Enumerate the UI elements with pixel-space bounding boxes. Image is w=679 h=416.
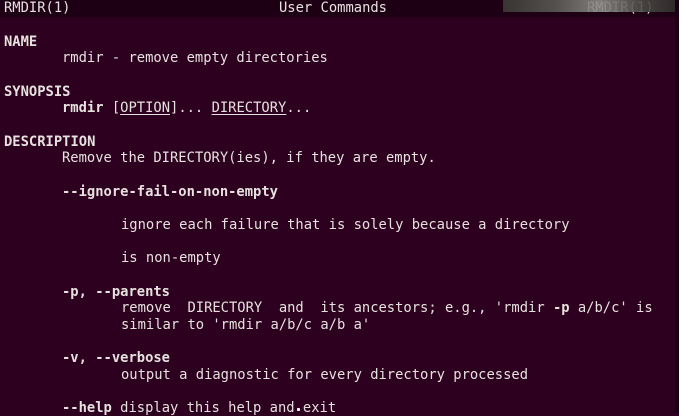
webcam-overlay — [503, 0, 679, 12]
option-flag-verbose: -v, --verbose — [62, 350, 170, 366]
option-desc-parents-line1: remove DIRECTORY and its ancestors; e.g.… — [121, 300, 653, 316]
option-flag-parents: -p, --parents — [62, 284, 170, 300]
description-intro: Remove the DIRECTORY(ies), if they are e… — [62, 150, 436, 166]
option-help-line: --help display this help and exit — [62, 400, 336, 416]
synopsis-option: OPTION — [120, 100, 171, 116]
synopsis-ellipsis: ... — [286, 100, 312, 116]
window-edge — [675, 0, 679, 413]
synopsis-close-bracket: ]... — [170, 100, 204, 116]
synopsis-heading: SYNOPSIS — [4, 84, 71, 100]
parents-desc-post: a/b/c' is — [569, 300, 653, 316]
parents-desc-pre: remove DIRECTORY and its ancestors; e.g.… — [121, 300, 553, 316]
synopsis-line: rmdir [OPTION]... DIRECTORY... — [62, 100, 311, 116]
option-flag-help: --help — [62, 400, 112, 416]
parents-desc-flag: -p — [552, 300, 570, 316]
option-desc-ignore-fail-line2: is non-empty — [121, 250, 221, 266]
synopsis-command: rmdir — [62, 100, 104, 116]
option-flag-ignore-fail: --ignore-fail-on-non-empty — [62, 184, 278, 200]
mouse-cursor-icon — [297, 408, 300, 411]
option-desc-verbose: output a diagnostic for every directory … — [121, 367, 529, 383]
synopsis-open-bracket: [ — [111, 100, 121, 116]
option-desc-ignore-fail-line1: ignore each failure that is solely becau… — [121, 217, 570, 233]
name-heading: NAME — [4, 34, 38, 50]
option-desc-parents-line2: similar to 'rmdir a/b/c a/b a' — [121, 317, 371, 333]
header-left: RMDIR(1) — [4, 0, 71, 16]
description-heading: DESCRIPTION — [4, 134, 96, 150]
name-text: rmdir - remove empty directories — [62, 50, 328, 66]
header-center: User Commands — [279, 0, 387, 16]
option-desc-help: display this help and exit — [120, 400, 337, 416]
synopsis-directory: DIRECTORY — [211, 100, 287, 116]
